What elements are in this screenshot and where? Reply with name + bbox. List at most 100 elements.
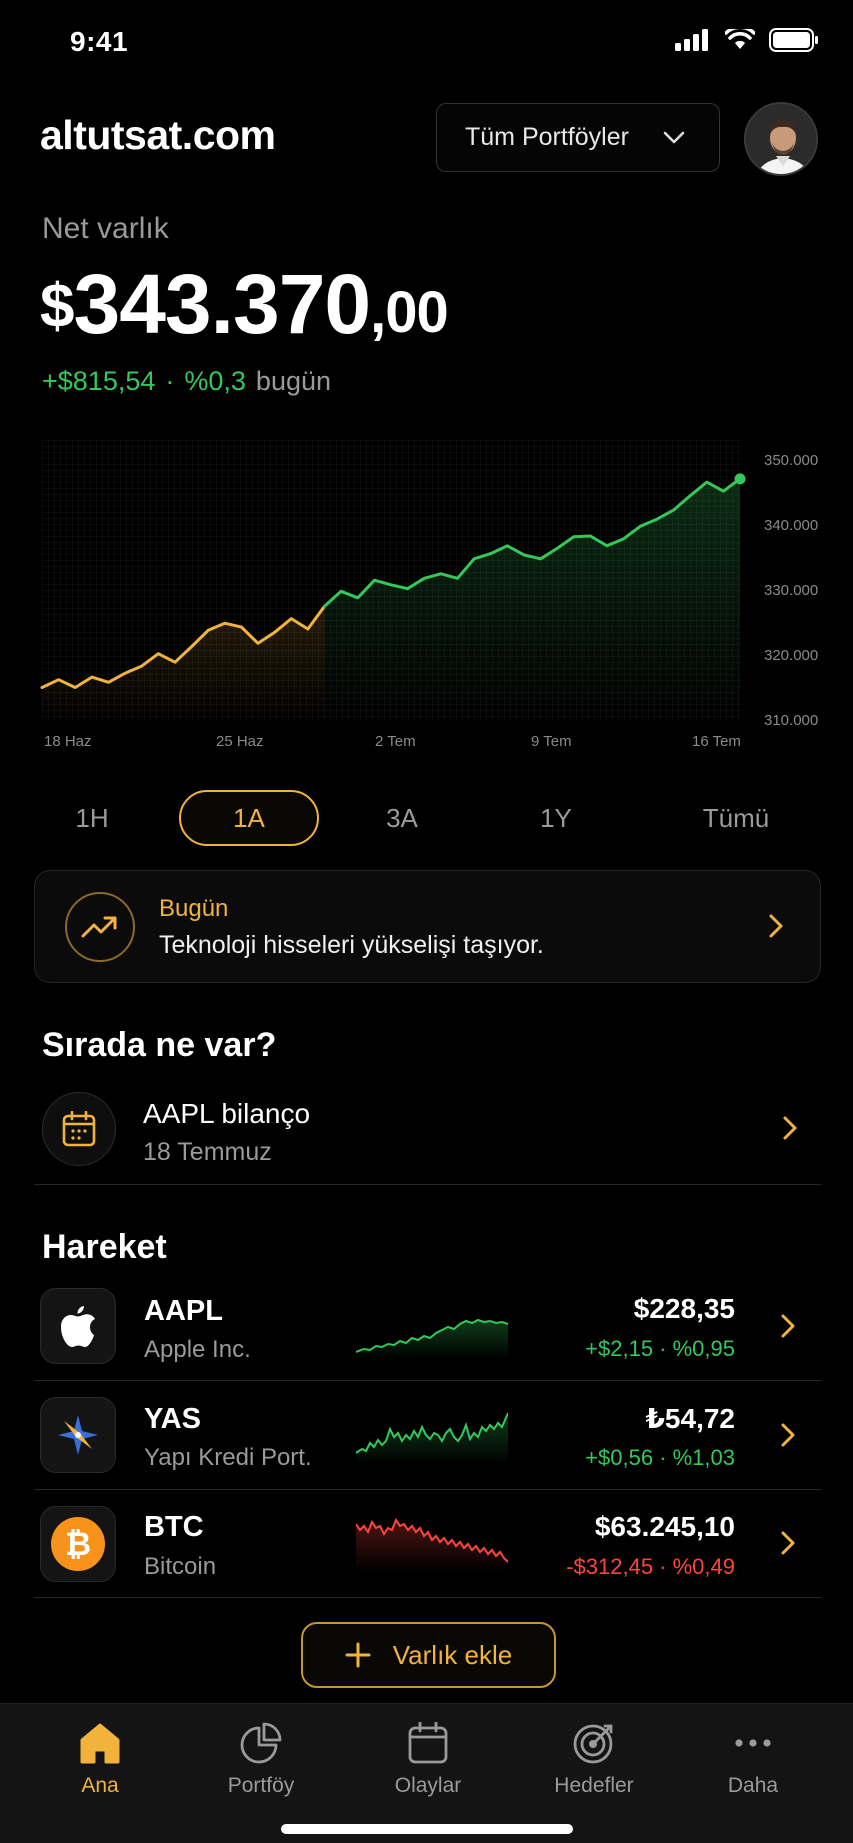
chevron-right-icon bbox=[783, 1116, 797, 1140]
tab-events[interactable]: Olaylar bbox=[353, 1722, 503, 1798]
range-tab-1y[interactable]: 1Y bbox=[516, 790, 596, 846]
tab-label: Portföy bbox=[227, 1774, 295, 1797]
holding-price: $228,35 bbox=[633, 1293, 735, 1324]
holding-ticker: YAS bbox=[144, 1403, 201, 1435]
svg-text:₿: ₿ bbox=[65, 1525, 91, 1563]
upcoming-date: 18 Temmuz bbox=[143, 1138, 272, 1166]
apple-logo-icon bbox=[40, 1288, 116, 1364]
holdings-section-title: Hareket bbox=[42, 1228, 167, 1266]
chart-y-tick: 320.000 bbox=[764, 647, 818, 664]
upcoming-section-title: Sırada ne var? bbox=[42, 1026, 277, 1064]
status-time: 9:41 bbox=[70, 26, 129, 57]
home-icon bbox=[80, 1723, 120, 1764]
chart-x-tick: 9 Tem bbox=[531, 733, 572, 750]
holding-ticker: BTC bbox=[144, 1511, 204, 1543]
divider bbox=[34, 1380, 821, 1381]
holding-price: ₺54,72 bbox=[645, 1403, 735, 1434]
holding-sparkline bbox=[356, 1412, 508, 1465]
calendar-icon bbox=[408, 1722, 448, 1764]
tab-more[interactable]: Daha bbox=[678, 1722, 828, 1798]
range-tab-label: 1Y bbox=[540, 802, 572, 833]
add-asset-label: Varlık ekle bbox=[392, 1639, 513, 1670]
chevron-down-icon bbox=[663, 131, 685, 143]
chart-y-tick: 330.000 bbox=[764, 582, 818, 599]
chart-x-tick: 2 Tem bbox=[375, 733, 416, 750]
upcoming-item[interactable] bbox=[34, 1082, 821, 1182]
holding-sparkline bbox=[356, 1318, 508, 1360]
upcoming-title: AAPL bilanço bbox=[143, 1098, 311, 1129]
plus-icon bbox=[345, 1642, 371, 1668]
net-worth-value: $ 343.370 ,00 bbox=[40, 257, 449, 351]
wifi-icon bbox=[725, 29, 755, 49]
tab-label: Hedefler bbox=[554, 1774, 634, 1797]
tab-portfolio[interactable]: Portföy bbox=[186, 1722, 336, 1798]
chart-x-tick: 16 Tem bbox=[692, 733, 741, 750]
range-tab-label: 1H bbox=[75, 802, 109, 833]
calendar-icon bbox=[42, 1092, 116, 1166]
net-worth-decimal: ,00 bbox=[370, 280, 449, 345]
more-icon bbox=[735, 1739, 771, 1747]
divider bbox=[34, 1184, 821, 1185]
profile-photo-icon bbox=[746, 104, 816, 174]
chart-x-tick: 18 Haz bbox=[44, 733, 92, 750]
chevron-right-icon bbox=[781, 1423, 795, 1447]
signal-icon bbox=[675, 29, 708, 51]
portfolio-select[interactable]: Tüm Portföyler bbox=[436, 103, 720, 172]
status-icons bbox=[675, 28, 819, 52]
avatar[interactable] bbox=[744, 102, 818, 176]
insight-title: Bugün bbox=[159, 895, 229, 922]
home-indicator bbox=[281, 1824, 573, 1834]
holding-change: +$0,56 · %1,03 bbox=[585, 1445, 735, 1470]
compass-star-icon bbox=[40, 1397, 116, 1473]
net-worth-chart[interactable]: 350.000 340.000 330.000 320.000 310.000 18 H… bbox=[0, 440, 853, 760]
tab-goals[interactable]: Hedefler bbox=[519, 1722, 669, 1798]
brand-title: altutsat.com bbox=[40, 112, 276, 158]
holding-change: +$2,15 · %0,95 bbox=[585, 1336, 735, 1361]
range-tab-3a[interactable]: 3A bbox=[362, 790, 442, 846]
net-worth-change: +$815,54 · %0,3 bugün bbox=[42, 366, 331, 397]
pie-chart-icon bbox=[240, 1722, 282, 1764]
range-tab-label: Tümü bbox=[702, 802, 770, 833]
chevron-right-icon bbox=[769, 914, 783, 938]
holding-name: Apple Inc. bbox=[144, 1336, 251, 1363]
change-percent: %0,3 bbox=[184, 366, 246, 396]
range-tab-label: 1A bbox=[233, 802, 265, 833]
trending-up-icon bbox=[65, 892, 135, 962]
holding-name: Bitcoin bbox=[144, 1553, 217, 1580]
insight-text: Teknoloji hisseleri yükselişi taşıyor. bbox=[159, 931, 544, 959]
insight-card[interactable]: Bugün Teknoloji hisseleri yükselişi taşı… bbox=[34, 870, 821, 983]
chart-y-tick: 310.000 bbox=[764, 712, 818, 729]
range-tab-all[interactable]: Tümü bbox=[686, 790, 786, 846]
holding-change: -$312,45 · %0,49 bbox=[566, 1554, 735, 1579]
tab-home[interactable]: Ana bbox=[25, 1722, 175, 1798]
chevron-right-icon bbox=[781, 1314, 795, 1338]
divider bbox=[34, 1489, 821, 1490]
net-worth-integer: 343.370 bbox=[73, 257, 371, 351]
tab-label: Daha bbox=[727, 1774, 779, 1797]
change-amount: +$815,54 bbox=[42, 366, 156, 396]
target-icon bbox=[573, 1724, 613, 1764]
tab-label: Ana bbox=[81, 1774, 119, 1797]
chart-x-tick: 25 Haz bbox=[216, 733, 264, 750]
add-asset-button[interactable]: Varlık ekle bbox=[301, 1622, 556, 1688]
holding-price: $63.245,10 bbox=[594, 1511, 735, 1542]
range-tab-1a[interactable]: 1A bbox=[179, 790, 319, 846]
chart-endpoint-dot bbox=[734, 473, 746, 485]
tab-label: Olaylar bbox=[394, 1774, 462, 1797]
bitcoin-icon: ₿ bbox=[40, 1506, 116, 1582]
range-tab-1h[interactable]: 1H bbox=[52, 790, 132, 846]
chart-y-tick: 340.000 bbox=[764, 517, 818, 534]
battery-icon bbox=[769, 28, 818, 52]
chart-y-tick: 350.000 bbox=[764, 452, 818, 469]
holding-ticker: AAPL bbox=[144, 1295, 223, 1327]
divider bbox=[34, 1597, 821, 1598]
change-period: bugün bbox=[255, 366, 332, 396]
portfolio-select-value: Tüm Portföyler bbox=[465, 123, 629, 151]
change-separator: · bbox=[165, 366, 175, 396]
range-tab-label: 3A bbox=[386, 802, 418, 833]
net-worth-currency: $ bbox=[40, 272, 74, 341]
holding-sparkline bbox=[356, 1517, 508, 1572]
tab-bar: Ana Portföy Olaylar Hedefler Daha bbox=[0, 1703, 853, 1843]
holding-name: Yapı Kredi Port. bbox=[144, 1444, 312, 1471]
net-worth-label: Net varlık bbox=[42, 212, 169, 245]
